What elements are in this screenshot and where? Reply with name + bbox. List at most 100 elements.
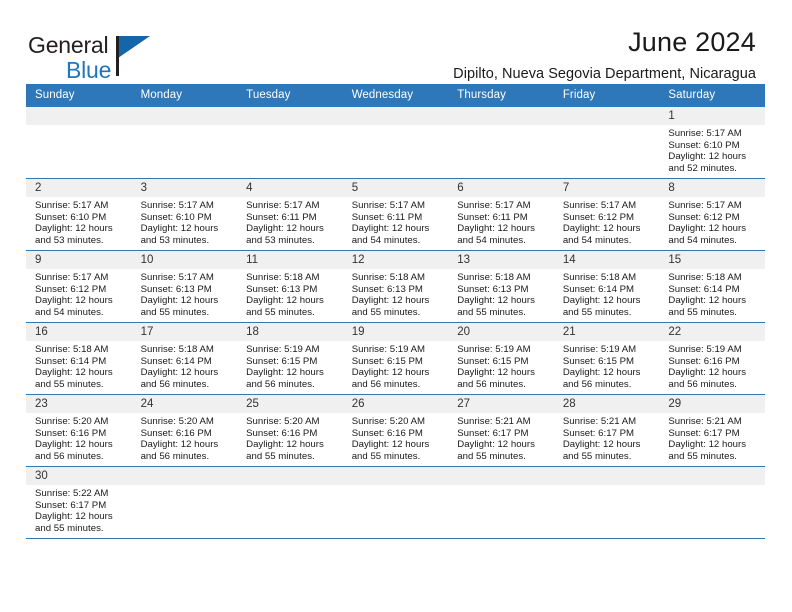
general-blue-logo[interactable]: General Blue — [28, 26, 208, 83]
day-number: 23 — [26, 395, 132, 413]
calendar-cell-day[interactable]: 4 Sunrise: 5:17 AM Sunset: 6:11 PM Daylight… — [237, 178, 343, 251]
calendar-cell-day[interactable]: 8 Sunrise: 5:17 AM Sunset: 6:12 PM Daylight… — [659, 178, 765, 251]
sunrise-text: Sunrise: 5:17 AM — [246, 200, 320, 211]
calendar-cell-day[interactable]: 1 Sunrise: 5:17 AM Sunset: 6:10 PM Daylight… — [659, 106, 765, 179]
daylight-text-line2: and 56 minutes. — [35, 450, 104, 462]
day-number: 15 — [659, 251, 765, 269]
calendar-week-row: 30 Sunrise: 5:22 AM Sunset: 6:17 PM Dayligh… — [26, 466, 765, 539]
sunrise-text: Sunrise: 5:21 AM — [562, 416, 637, 427]
calendar-cell-day[interactable]: 25 Sunrise: 5:20 AM Sunset: 6:16 PM Dayligh… — [237, 394, 343, 467]
sunrise-text: Sunrise: 5:19 AM — [668, 344, 742, 355]
day-number: 6 — [448, 179, 554, 197]
calendar-cell-day[interactable]: 2 Sunrise: 5:17 AM Sunset: 6:10 PM Daylight… — [26, 178, 132, 251]
day-details: Sunrise: 5:17 AM Sunset: 6:12 PM Daylight:… — [659, 197, 765, 246]
calendar-cell-day[interactable]: 26 Sunrise: 5:20 AM Sunset: 6:16 PM Dayligh… — [342, 394, 449, 467]
sunset-text: Sunset: 6:10 PM — [35, 211, 107, 223]
daylight-text-line1: Daylight: 12 hours — [140, 223, 219, 235]
day-details: Sunrise: 5:22 AM Sunset: 6:17 PM Daylight:… — [26, 485, 132, 534]
weekday-header-sunday: Sunday — [26, 84, 132, 107]
sunrise-text: Sunrise: 5:21 AM — [668, 416, 742, 427]
sunset-text: Sunset: 6:15 PM — [351, 355, 423, 367]
calendar-cell-day[interactable]: 27 Sunrise: 5:21 AM Sunset: 6:17 PM Dayligh… — [448, 394, 554, 467]
daylight-text-line2: and 52 minutes. — [668, 162, 737, 174]
daylight-text-line2: and 54 minutes. — [35, 306, 104, 318]
sunrise-text: Sunrise: 5:18 AM — [668, 272, 742, 283]
calendar-cell-day[interactable]: 9 Sunrise: 5:17 AM Sunset: 6:12 PM Daylight… — [26, 250, 132, 323]
sunset-text: Sunset: 6:17 PM — [457, 427, 529, 439]
calendar-cell-day[interactable]: 30 Sunrise: 5:22 AM Sunset: 6:17 PM Dayligh… — [26, 466, 132, 539]
day-number — [342, 107, 449, 125]
calendar-cell-day[interactable]: 5 Sunrise: 5:17 AM Sunset: 6:11 PM Daylight… — [342, 178, 449, 251]
calendar-cell-day[interactable]: 6 Sunrise: 5:17 AM Sunset: 6:11 PM Daylight… — [448, 178, 554, 251]
sunrise-text: Sunrise: 5:18 AM — [140, 344, 214, 355]
sunset-text: Sunset: 6:16 PM — [140, 427, 212, 439]
calendar-cell-day[interactable]: 17 Sunrise: 5:18 AM Sunset: 6:14 PM Dayligh… — [131, 322, 238, 395]
day-number: 16 — [26, 323, 132, 341]
daylight-text-line2: and 55 minutes. — [668, 306, 737, 318]
calendar-cell-day[interactable]: 18 Sunrise: 5:19 AM Sunset: 6:15 PM Dayligh… — [237, 322, 343, 395]
calendar-cell-day[interactable]: 28 Sunrise: 5:21 AM Sunset: 6:17 PM Dayligh… — [553, 394, 660, 467]
calendar-cell-day[interactable]: 3 Sunrise: 5:17 AM Sunset: 6:10 PM Daylight… — [131, 178, 238, 251]
calendar-cell-day[interactable]: 24 Sunrise: 5:20 AM Sunset: 6:16 PM Dayligh… — [131, 394, 238, 467]
daylight-text-line1: Daylight: 12 hours — [35, 223, 113, 235]
calendar-cell-day[interactable]: 12 Sunrise: 5:18 AM Sunset: 6:13 PM Dayligh… — [342, 250, 449, 323]
calendar-cell-day[interactable]: 16 Sunrise: 5:18 AM Sunset: 6:14 PM Dayligh… — [26, 322, 132, 395]
day-number: 2 — [26, 179, 132, 197]
daylight-text-line2: and 53 minutes. — [246, 234, 315, 246]
logo-text-blue: Blue — [66, 57, 112, 83]
sunrise-text: Sunrise: 5:19 AM — [562, 344, 637, 355]
calendar-cell-empty — [131, 106, 238, 179]
sunset-text: Sunset: 6:16 PM — [351, 427, 423, 439]
sunset-text: Sunset: 6:15 PM — [457, 355, 529, 367]
calendar-cell-day[interactable]: 22 Sunrise: 5:19 AM Sunset: 6:16 PM Dayligh… — [659, 322, 765, 395]
calendar-cell-empty — [237, 106, 343, 179]
calendar-cell-day[interactable]: 15 Sunrise: 5:18 AM Sunset: 6:14 PM Dayligh… — [659, 250, 765, 323]
day-number: 26 — [342, 395, 449, 413]
calendar-table: Sunday Monday Tuesday Wednesday Thursday… — [26, 84, 765, 539]
day-number: 1 — [659, 107, 765, 125]
calendar-cell-day[interactable]: 13 Sunrise: 5:18 AM Sunset: 6:13 PM Dayligh… — [448, 250, 554, 323]
day-details: Sunrise: 5:20 AM Sunset: 6:16 PM Daylight:… — [343, 413, 449, 462]
sunset-text: Sunset: 6:11 PM — [351, 211, 423, 223]
calendar-cell-empty — [553, 466, 660, 539]
calendar-week-row: 9 Sunrise: 5:17 AM Sunset: 6:12 PM Daylight… — [26, 250, 765, 323]
day-number: 27 — [448, 395, 554, 413]
sunset-text: Sunset: 6:16 PM — [668, 355, 740, 367]
daylight-text-line1: Daylight: 12 hours — [457, 439, 535, 451]
calendar-cell-day[interactable]: 19 Sunrise: 5:19 AM Sunset: 6:15 PM Dayligh… — [342, 322, 449, 395]
day-number — [237, 467, 343, 485]
daylight-text-line2: and 55 minutes. — [562, 306, 632, 318]
sunset-text: Sunset: 6:14 PM — [35, 355, 107, 367]
sunrise-text: Sunrise: 5:17 AM — [668, 128, 742, 139]
day-details: Sunrise: 5:17 AM Sunset: 6:10 PM Daylight:… — [26, 197, 132, 246]
logo-bar-icon — [116, 36, 119, 76]
calendar-cell-empty — [131, 466, 238, 539]
calendar-cell-day[interactable]: 21 Sunrise: 5:19 AM Sunset: 6:15 PM Dayligh… — [553, 322, 660, 395]
calendar-cell-day[interactable]: 7 Sunrise: 5:17 AM Sunset: 6:12 PM Daylight… — [553, 178, 660, 251]
calendar-cell-empty — [448, 106, 554, 179]
day-details: Sunrise: 5:20 AM Sunset: 6:16 PM Daylight:… — [237, 413, 343, 462]
calendar-cell-day[interactable]: 11 Sunrise: 5:18 AM Sunset: 6:13 PM Dayligh… — [237, 250, 343, 323]
weekday-header-row: Sunday Monday Tuesday Wednesday Thursday… — [26, 84, 765, 107]
day-number: 24 — [131, 395, 238, 413]
daylight-text-line2: and 56 minutes. — [246, 378, 315, 390]
day-number: 9 — [26, 251, 132, 269]
day-number — [659, 467, 765, 485]
day-details: Sunrise: 5:21 AM Sunset: 6:17 PM Daylight:… — [554, 413, 660, 462]
day-details: Sunrise: 5:18 AM Sunset: 6:14 PM Daylight:… — [554, 269, 660, 318]
day-number: 25 — [237, 395, 343, 413]
calendar-cell-day[interactable]: 10 Sunrise: 5:17 AM Sunset: 6:13 PM Dayligh… — [131, 250, 238, 323]
daylight-text-line1: Daylight: 12 hours — [457, 295, 535, 307]
calendar-cell-day[interactable]: 23 Sunrise: 5:20 AM Sunset: 6:16 PM Dayligh… — [26, 394, 132, 467]
calendar-cell-day[interactable]: 29 Sunrise: 5:21 AM Sunset: 6:17 PM Dayligh… — [659, 394, 765, 467]
daylight-text-line1: Daylight: 12 hours — [35, 367, 113, 379]
day-number: 18 — [237, 323, 343, 341]
daylight-text-line1: Daylight: 12 hours — [351, 367, 430, 379]
sunrise-text: Sunrise: 5:17 AM — [351, 200, 426, 211]
calendar-cell-day[interactable]: 14 Sunrise: 5:18 AM Sunset: 6:14 PM Dayligh… — [553, 250, 660, 323]
day-number: 4 — [237, 179, 343, 197]
calendar-cell-day[interactable]: 20 Sunrise: 5:19 AM Sunset: 6:15 PM Dayligh… — [448, 322, 554, 395]
sunrise-text: Sunrise: 5:19 AM — [457, 344, 531, 355]
day-number — [131, 467, 238, 485]
triangle-icon — [118, 36, 150, 58]
